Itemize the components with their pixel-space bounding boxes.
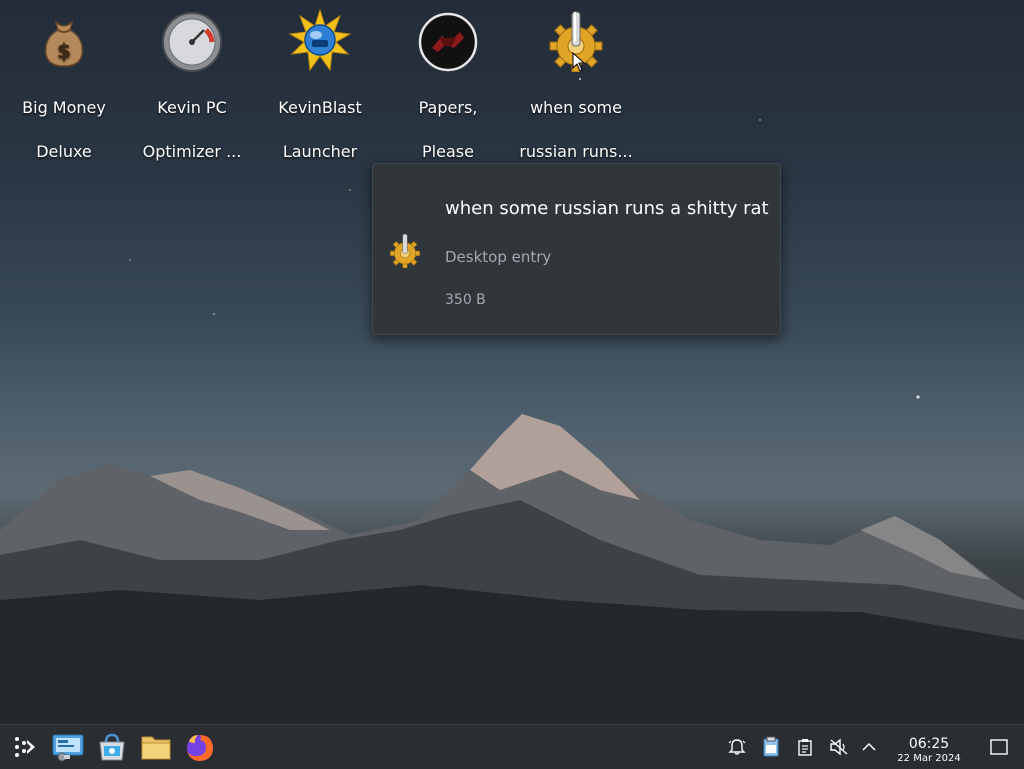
- digital-clock[interactable]: 06:25 22 Mar 2024: [888, 725, 970, 769]
- file-manager-icon: [141, 736, 171, 760]
- taskbar-discover[interactable]: [92, 725, 132, 769]
- taskbar-system-settings[interactable]: [48, 725, 88, 769]
- show-desktop-icon: [990, 739, 1008, 755]
- system-settings-icon: [52, 734, 84, 762]
- show-hidden-icons-icon: [862, 742, 876, 751]
- desktop-icon-label-line2: Optimizer ...: [142, 142, 242, 161]
- firefox-icon: [187, 735, 213, 761]
- svg-text:$: $: [57, 39, 71, 63]
- desktop-icon-label-line1: KevinBlast: [278, 98, 362, 117]
- tray-expand[interactable]: [854, 725, 884, 769]
- desktop-icon-label-line1: Papers,: [418, 98, 478, 117]
- taskbar-file-manager[interactable]: [136, 725, 176, 769]
- papers-please-icon: [416, 8, 480, 72]
- desktop-icon-big-money-deluxe[interactable]: $ Big Money Deluxe: [0, 8, 128, 174]
- desktop-icon-kevin-pc-optimizer[interactable]: Kevin PC Optimizer ...: [128, 8, 256, 174]
- application-launcher-button[interactable]: [4, 725, 44, 769]
- desktop-icon-when-some-russian-runs[interactable]: when some russian runs...: [512, 8, 640, 174]
- tray-volume[interactable]: [824, 725, 854, 769]
- taskbar-panel: 06:25 22 Mar 2024: [0, 724, 1024, 769]
- file-info-tooltip: when some russian runs a shitty rat Desk…: [372, 163, 781, 335]
- money-bag-icon: $: [32, 8, 96, 72]
- desktop-icon-label-line2: Launcher: [282, 142, 358, 161]
- desktop-icon-kevinblast-launcher[interactable]: KevinBlast Launcher: [256, 8, 384, 174]
- tray-vault[interactable]: [756, 725, 786, 769]
- desktop-icon-papers-please[interactable]: Papers, Please: [384, 8, 512, 174]
- gear-tool-icon: [387, 232, 423, 269]
- application-launcher-icon: [15, 737, 35, 757]
- tooltip-title: when some russian runs a shitty rat: [445, 198, 769, 219]
- sun-globe-icon: [288, 8, 352, 72]
- clock-date: 22 Mar 2024: [897, 753, 961, 764]
- desktop-icon-label-line1: when some: [530, 98, 622, 117]
- clipboard-vault-icon: [763, 736, 779, 757]
- desktop-icon-label-line2: Deluxe: [36, 142, 92, 161]
- speedometer-icon: [160, 8, 224, 72]
- volume-muted-icon: [830, 738, 848, 756]
- discover-store-icon: [99, 733, 125, 761]
- notifications-icon: [728, 739, 746, 755]
- tray-notifications[interactable]: [722, 725, 752, 769]
- tray-clipboard[interactable]: [790, 725, 820, 769]
- taskbar-firefox[interactable]: [180, 725, 220, 769]
- clock-time: 06:25: [908, 736, 950, 752]
- show-desktop-button[interactable]: [984, 725, 1014, 769]
- desktop-icon-label-line1: Kevin PC: [157, 98, 227, 117]
- tooltip-file-type: Desktop entry: [445, 248, 552, 266]
- clipboard-icon: [798, 739, 812, 756]
- desktop-icon-label-line1: Big Money: [22, 98, 106, 117]
- tooltip-file-size: 350 B: [445, 292, 486, 308]
- mouse-cursor-icon: [572, 52, 586, 72]
- desktop[interactable]: $ Big Money Deluxe Kevin PC Optimizer ..…: [0, 0, 1024, 724]
